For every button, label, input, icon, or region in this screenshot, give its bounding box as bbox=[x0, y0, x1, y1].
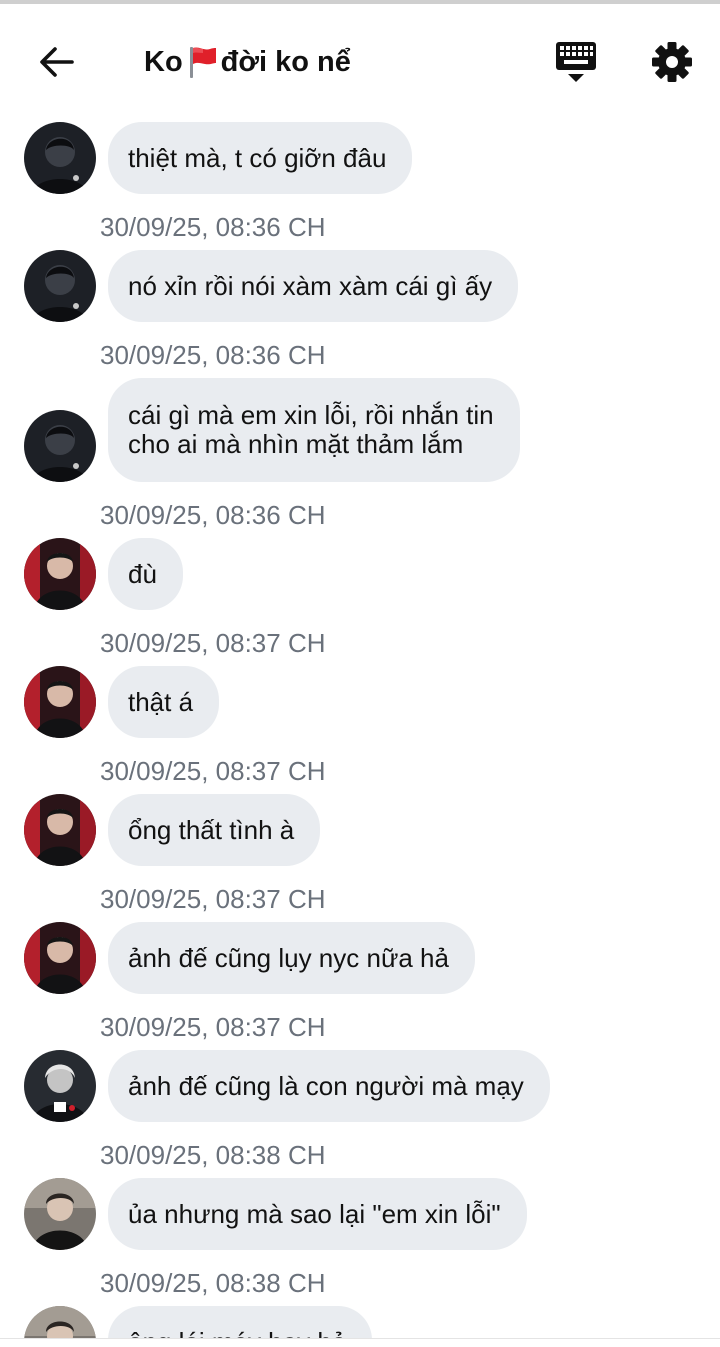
message-bubble[interactable]: ủa nhưng mà sao lại "em xin lỗi" bbox=[108, 1178, 527, 1250]
arrow-left-icon bbox=[40, 47, 74, 77]
chat-screen: Ko đời ko nể thiệt mà, t có giỡn đâu 30/… bbox=[0, 0, 720, 1347]
keyboard-toggle-button[interactable] bbox=[552, 40, 600, 84]
chat-title-text-2: đời ko nể bbox=[220, 45, 351, 78]
settings-button[interactable] bbox=[648, 40, 696, 84]
message-bubble[interactable]: cái gì mà em xin lỗi, rồi nhắn tin cho a… bbox=[108, 378, 520, 482]
message-list[interactable]: thiệt mà, t có giỡn đâu 30/09/25, 08:36 … bbox=[0, 112, 720, 1338]
message-timestamp: 30/09/25, 08:38 CH bbox=[100, 1140, 326, 1170]
avatar[interactable] bbox=[24, 1050, 96, 1122]
avatar[interactable] bbox=[24, 538, 96, 610]
avatar[interactable] bbox=[24, 250, 96, 322]
message-bubble[interactable]: ảnh đế cũng lụy nyc nữa hả bbox=[108, 922, 475, 994]
message-timestamp: 30/09/25, 08:37 CH bbox=[100, 884, 326, 914]
message-timestamp: 30/09/25, 08:36 CH bbox=[100, 340, 326, 370]
avatar[interactable] bbox=[24, 666, 96, 738]
message-timestamp: 30/09/25, 08:36 CH bbox=[100, 212, 326, 242]
message-bubble[interactable]: nó xỉn rồi nói xàm xàm cái gì ấy bbox=[108, 250, 519, 322]
message-timestamp: 30/09/25, 08:36 CH bbox=[100, 500, 326, 530]
chat-title: Ko đời ko nể bbox=[144, 42, 351, 82]
message-bubble[interactable]: thật á bbox=[108, 666, 220, 738]
message-bubble[interactable]: đù bbox=[108, 538, 183, 610]
avatar[interactable] bbox=[24, 1306, 96, 1338]
avatar[interactable] bbox=[24, 922, 96, 994]
message-timestamp: 30/09/25, 08:38 CH bbox=[100, 1268, 326, 1298]
chat-title-text-1: Ko bbox=[144, 45, 183, 78]
keyboard-icon bbox=[556, 42, 596, 82]
gear-icon bbox=[652, 42, 692, 82]
message-bubble[interactable]: ảnh đế cũng là con người mà mạy bbox=[108, 1050, 550, 1122]
chat-header: Ko đời ko nể bbox=[0, 4, 720, 112]
avatar[interactable] bbox=[24, 794, 96, 866]
back-button[interactable] bbox=[34, 42, 78, 82]
message-timestamp: 30/09/25, 08:37 CH bbox=[100, 628, 326, 658]
message-bubble[interactable]: thiệt mà, t có giỡn đâu bbox=[108, 122, 413, 194]
avatar[interactable] bbox=[24, 122, 96, 194]
red-flag-icon bbox=[185, 45, 219, 79]
message-timestamp: 30/09/25, 08:37 CH bbox=[100, 756, 326, 786]
composer-bar bbox=[0, 1339, 720, 1347]
message-timestamp: 30/09/25, 08:37 CH bbox=[100, 1012, 326, 1042]
avatar[interactable] bbox=[24, 410, 96, 482]
message-bubble[interactable]: ông lói máy bay hả bbox=[108, 1306, 373, 1338]
message-bubble[interactable]: ổng thất tình à bbox=[108, 794, 321, 866]
avatar[interactable] bbox=[24, 1178, 96, 1250]
